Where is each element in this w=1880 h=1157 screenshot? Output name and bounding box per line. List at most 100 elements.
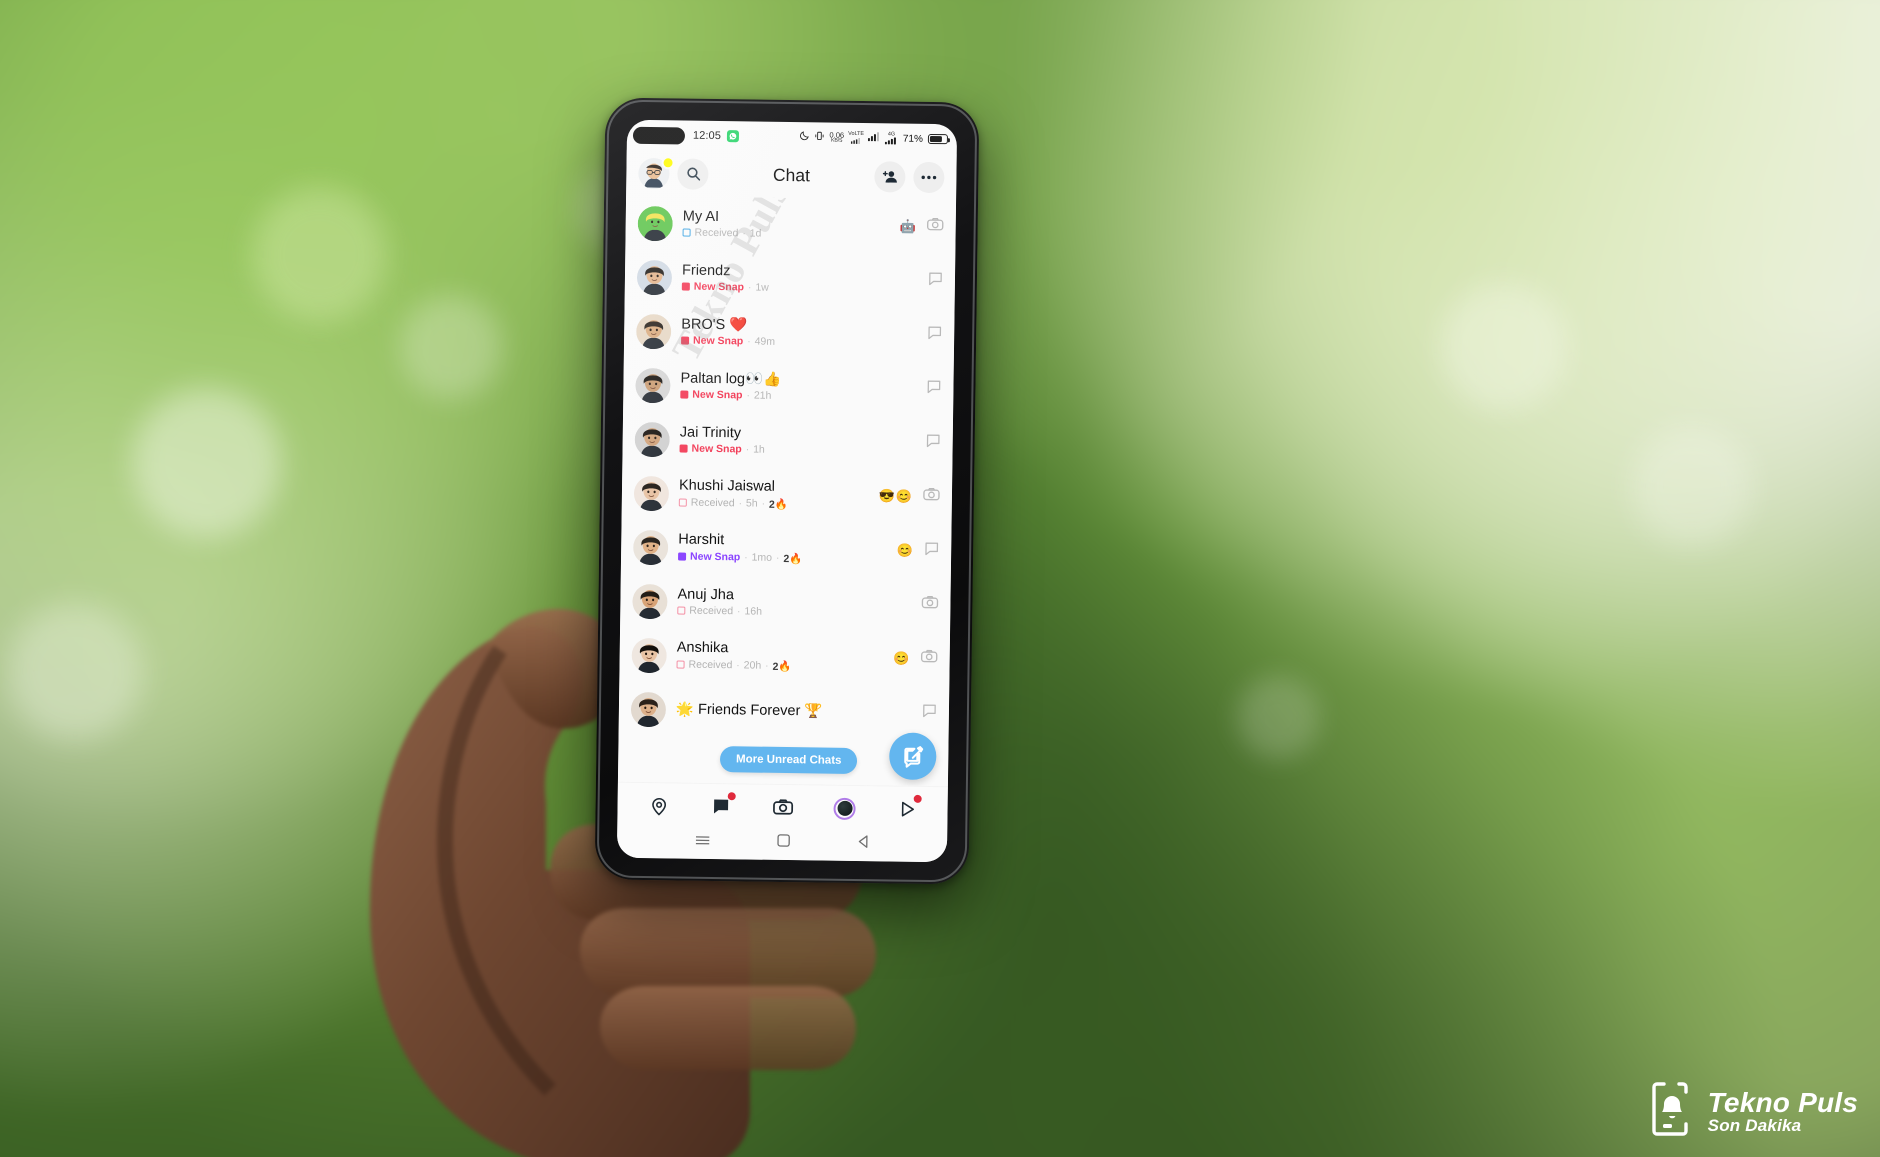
camera-action-icon[interactable] — [926, 215, 945, 239]
chat-row[interactable]: Friendz New Snap · 1w — [625, 250, 956, 309]
snap-status-marker — [677, 606, 686, 615]
recents-key[interactable] — [695, 833, 710, 851]
chat-action-icon[interactable] — [927, 270, 944, 292]
phone-bell-icon — [1650, 1080, 1696, 1143]
signal-bars-icon — [867, 131, 881, 145]
chat-avatar[interactable] — [635, 313, 672, 349]
camera-tab[interactable] — [763, 790, 801, 825]
chat-badge-emoji: 🤖 — [899, 218, 917, 234]
snap-status-marker — [681, 336, 690, 345]
separator-dot: · — [736, 660, 740, 672]
chat-row[interactable]: 🌟 Friends Forever 🏆 — [619, 682, 950, 741]
chat-action-icon[interactable] — [925, 432, 942, 454]
map-tab[interactable] — [639, 788, 677, 823]
chat-row-actions: 😎😊 — [878, 484, 941, 509]
chat-status-label: New Snap — [692, 388, 743, 402]
chat-tab[interactable] — [701, 789, 739, 824]
spotlight-tab[interactable] — [887, 792, 925, 827]
home-key[interactable] — [777, 834, 790, 852]
search-icon[interactable] — [677, 157, 709, 190]
chat-list[interactable]: Tekno Puls My AI Received · 1d 🤖 Friendz… — [617, 195, 957, 787]
chat-row-subtitle: Received · 5h · 2🔥 — [678, 496, 873, 512]
chat-row[interactable]: Khushi Jaiswal Received · 5h · 2🔥 😎😊 — [622, 466, 953, 525]
chat-avatar[interactable] — [637, 205, 673, 241]
punch-hole-camera — [632, 126, 686, 145]
separator-dot: · — [761, 498, 766, 510]
back-key[interactable] — [857, 835, 869, 853]
phone-screen: 12:05 0.06 KB/S VoLTE 4G 71% Chat Tekno … — [616, 119, 958, 863]
chat-row-actions — [920, 593, 939, 617]
chat-avatar[interactable] — [632, 583, 668, 619]
chat-timestamp: 20h — [743, 659, 762, 672]
battery-icon — [927, 133, 949, 145]
bottom-navigation — [617, 781, 948, 833]
streak-count: 2🔥 — [772, 660, 792, 673]
snap-status-marker — [681, 282, 690, 291]
snap-status-marker — [679, 444, 688, 453]
chat-status-label: Received — [689, 604, 734, 618]
android-soft-keys — [616, 827, 948, 863]
separator-dot: · — [742, 228, 746, 240]
chat-row[interactable]: Jai Trinity New Snap · 1h — [622, 412, 953, 471]
chat-action-icon[interactable] — [926, 324, 943, 346]
more-options-icon[interactable] — [913, 161, 945, 193]
snap-status-marker — [682, 228, 691, 237]
chat-row-text: Friendz New Snap · 1w — [681, 262, 921, 296]
chat-row[interactable]: Anshika Received · 20h · 2🔥 😊 — [619, 628, 950, 687]
stories-tab[interactable] — [825, 791, 863, 826]
chat-avatar[interactable] — [636, 259, 673, 295]
volte-icon: VoLTE — [848, 131, 864, 144]
chat-row[interactable]: Harshit New Snap · 1mo · 2🔥 😊 — [621, 520, 952, 579]
chat-name: Anshika — [676, 639, 729, 657]
chat-row[interactable]: Anuj Jha Received · 16h — [620, 574, 951, 633]
chat-avatar[interactable] — [633, 475, 670, 511]
chat-row-text: 🌟 Friends Forever 🏆 — [676, 701, 915, 721]
new-chat-fab[interactable] — [888, 732, 937, 781]
chat-row[interactable]: Paltan log👀👍 New Snap · 21h — [623, 358, 954, 417]
chat-timestamp: 1h — [753, 443, 765, 457]
header-actions — [874, 160, 945, 193]
chat-status-label: New Snap — [689, 550, 741, 564]
vibrate-icon — [814, 130, 825, 144]
chat-row[interactable]: My AI Received · 1d 🤖 — [625, 196, 956, 255]
chat-row-actions: 😊 — [897, 540, 940, 563]
camera-action-icon[interactable] — [920, 593, 939, 617]
chat-name: Paltan log👀👍 — [680, 370, 782, 388]
chat-row-subtitle: New Snap · 21h — [680, 389, 919, 404]
status-time: 12:05 — [692, 129, 722, 143]
chat-avatar[interactable] — [631, 637, 667, 673]
chat-row-text: Harshit New Snap · 1mo · 2🔥 — [678, 532, 891, 567]
chat-action-icon[interactable] — [921, 702, 938, 724]
profile-avatar[interactable] — [638, 155, 675, 189]
chat-row-text: Anuj Jha Received · 16h — [677, 586, 914, 620]
chat-avatar[interactable] — [632, 529, 669, 565]
chat-avatar[interactable] — [630, 691, 667, 727]
chat-action-icon[interactable] — [925, 378, 942, 400]
add-friend-icon[interactable] — [874, 160, 906, 193]
chat-timestamp: 49m — [754, 335, 776, 349]
chat-timestamp: 5h — [745, 497, 758, 510]
chat-row-actions — [925, 432, 942, 454]
chat-action-icon[interactable] — [923, 540, 940, 562]
chat-avatar[interactable] — [634, 421, 670, 457]
status-bar: 12:05 0.06 KB/S VoLTE 4G 71% — [627, 120, 957, 155]
separator-dot: · — [738, 498, 743, 510]
chat-row[interactable]: BRO'S ❤️ New Snap · 49m — [624, 304, 955, 363]
separator-dot: · — [775, 552, 780, 564]
chat-reactions: 😎😊 — [878, 488, 914, 504]
chat-row-subtitle: New Snap · 49m — [681, 335, 920, 350]
chat-timestamp: 1d — [749, 227, 762, 240]
snap-status-marker — [676, 660, 685, 669]
chat-row-text: BRO'S ❤️ New Snap · 49m — [681, 316, 920, 350]
chat-reactions: 😊 — [896, 542, 915, 558]
app-header: Chat — [626, 149, 957, 201]
chat-row-actions: 🤖 — [899, 215, 945, 240]
separator-dot: · — [747, 336, 751, 348]
chat-avatar[interactable] — [635, 367, 671, 403]
camera-action-icon[interactable] — [920, 647, 939, 671]
chat-row-text: Khushi Jaiswal Received · 5h · 2🔥 — [678, 478, 873, 512]
more-unread-chats-pill[interactable]: More Unread Chats — [719, 746, 858, 775]
camera-action-icon[interactable] — [922, 485, 941, 509]
spotlight-tab-badge — [913, 794, 922, 803]
chat-name: BRO'S ❤️ — [681, 316, 748, 334]
